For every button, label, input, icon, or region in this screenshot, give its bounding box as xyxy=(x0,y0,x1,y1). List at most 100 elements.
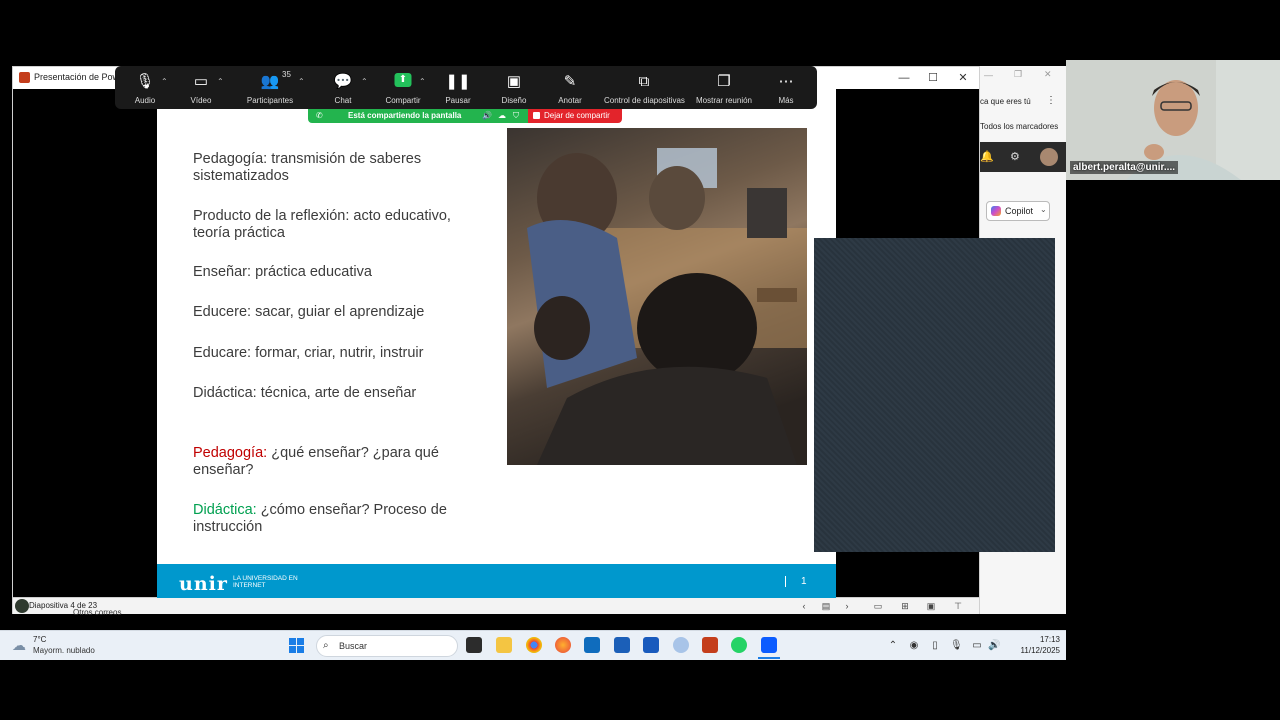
chevron-down-icon[interactable]: ⌃ xyxy=(298,77,305,86)
participants-count: 35 xyxy=(282,70,291,79)
weather-icon[interactable]: ☁ xyxy=(12,637,26,654)
microphone-icon[interactable]: 🎙 xyxy=(950,640,963,651)
speaker-icon: 🔊 xyxy=(482,111,492,120)
video-panel xyxy=(814,238,1055,552)
shield-icon: ⛉ xyxy=(513,111,519,120)
bookmarks-link[interactable]: Todos los marcadores xyxy=(980,122,1058,131)
slide-number: 1 xyxy=(801,576,807,587)
battery-icon[interactable]: ▯ xyxy=(929,640,941,651)
slide-control-button[interactable]: ⧉ Control de diapositivas xyxy=(604,66,685,109)
participant-name: albert.peralta@unir.... xyxy=(1070,161,1179,174)
slide-bullet: Producto de la reflexión: acto educativo… xyxy=(193,208,451,241)
slideshow-view-icon[interactable]: ⊤ xyxy=(951,600,965,612)
stop-icon xyxy=(533,112,540,119)
slide-sorter-icon[interactable]: ⊞ xyxy=(898,600,912,612)
stop-sharing-label: Dejar de compartir xyxy=(544,111,610,120)
share-icon: ⬆ xyxy=(394,73,412,87)
powerpoint-app-icon xyxy=(19,72,30,83)
chat-icon: 💬 xyxy=(333,73,353,90)
windows-start-icon[interactable] xyxy=(289,638,305,654)
slide-question-didactics: Didáctica: ¿cómo enseñar? Proceso de ins… xyxy=(193,502,483,535)
video-button[interactable]: ▭ ⌃ Vídeo xyxy=(171,66,231,109)
slide-photo xyxy=(507,128,807,465)
whatsapp-icon[interactable] xyxy=(731,637,747,653)
notification-icon[interactable]: 🔔 xyxy=(980,150,994,163)
didactics-term: Didáctica: xyxy=(193,502,257,518)
chevron-down-icon[interactable]: ⌃ xyxy=(217,77,224,86)
reading-view-icon[interactable]: ▣ xyxy=(924,600,938,612)
zoom-icon[interactable] xyxy=(761,637,777,653)
notes-view-icon[interactable]: ▭ xyxy=(871,600,885,612)
chevron-up-icon[interactable]: ⌃ xyxy=(887,640,899,651)
participants-label: Participantes xyxy=(246,96,294,105)
background-window-text: Otros correos xyxy=(73,608,122,617)
store-icon[interactable] xyxy=(614,637,630,653)
more-button[interactable]: ⋯ Más xyxy=(756,66,816,109)
slide-bullet: Educare: formar, criar, nutrir, instruir xyxy=(193,345,424,361)
file-explorer-icon[interactable] xyxy=(496,637,512,653)
previous-slide-icon[interactable]: ‹ xyxy=(797,600,811,612)
app-icon[interactable] xyxy=(673,637,689,653)
slide-bullet: Didáctica: técnica, arte de enseñar xyxy=(193,385,417,401)
show-meeting-icon: ❐ xyxy=(717,73,731,90)
slide-control-icon: ⧉ xyxy=(638,73,650,90)
sharing-status: Está compartiendo la pantalla xyxy=(348,111,462,120)
weather-temperature[interactable]: 7°C xyxy=(33,635,46,644)
copilot-label: Copilot xyxy=(1005,206,1034,216)
browser-close-icon[interactable]: ✕ xyxy=(1044,69,1052,80)
word-icon[interactable] xyxy=(643,637,659,653)
close-icon[interactable]: ✕ xyxy=(955,70,971,86)
minimize-icon[interactable]: — xyxy=(896,70,912,86)
search-icon: ⌕ xyxy=(323,640,329,651)
clock-date[interactable]: 11/12/2025 xyxy=(1010,646,1060,655)
powerpoint-icon[interactable] xyxy=(702,637,718,653)
zoom-meeting-toolbar: 🎙 ⌃ Audio ▭ ⌃ Vídeo 👥 35 ⌃ Participantes… xyxy=(115,66,817,109)
browser-text: ca que eres tú xyxy=(980,97,1031,106)
volume-icon[interactable]: 🔊 xyxy=(988,640,1000,651)
participants-icon: 👥 xyxy=(260,73,280,90)
next-slide-icon[interactable]: › xyxy=(840,600,854,612)
annotate-button[interactable]: ✎ Anotar xyxy=(540,66,600,109)
search-placeholder: Buscar xyxy=(339,641,368,651)
taskbar-search[interactable]: ⌕ Buscar xyxy=(316,635,458,657)
browser-minimize-icon[interactable]: — xyxy=(984,70,993,80)
weather-description[interactable]: Mayorm. nublado xyxy=(33,646,95,655)
video-label: Vídeo xyxy=(190,96,212,105)
settings-icon[interactable]: ⚙ xyxy=(1010,150,1020,163)
task-view-icon[interactable] xyxy=(466,637,482,653)
browser-restore-icon[interactable]: ❐ xyxy=(1014,69,1022,80)
camera-icon: ▭ xyxy=(193,73,209,90)
pen-tool-icon[interactable] xyxy=(15,599,29,613)
slide-footer: unir LA UNIVERSIDAD EN INTERNET 1 xyxy=(157,564,836,598)
active-app-indicator xyxy=(758,657,780,659)
participants-button[interactable]: 👥 35 ⌃ Participantes xyxy=(240,66,305,109)
clock-time[interactable]: 17:13 xyxy=(1030,635,1060,644)
copilot-icon xyxy=(991,206,1001,216)
pause-icon: ❚❚ xyxy=(445,73,471,90)
more-options-icon[interactable]: ⋮ xyxy=(1046,95,1056,106)
browser-header: 🔔 ⚙ xyxy=(980,142,1066,172)
slide: Pedagogía: transmisión de saberes sistem… xyxy=(157,88,836,598)
windows-taskbar: ☁ 7°C Mayorm. nublado ⌕ Buscar ⌃ ◉ ▯ 🎙 ▭… xyxy=(0,630,1066,660)
chevron-down-icon[interactable]: ⌃ xyxy=(361,77,368,86)
participant-video[interactable]: albert.peralta@unir.... xyxy=(1066,60,1280,180)
unir-logo: unir xyxy=(179,573,228,595)
slide-bullet: Pedagogía: transmisión de saberes sistem… xyxy=(193,151,422,184)
copilot-button[interactable]: Copilot ⌄ xyxy=(986,201,1050,221)
chevron-down-icon[interactable]: ⌃ xyxy=(419,77,426,86)
firefox-icon[interactable] xyxy=(555,637,571,653)
layout-icon: ▣ xyxy=(506,73,522,90)
chevron-down-icon[interactable]: ⌃ xyxy=(161,77,168,86)
annotate-label: Anotar xyxy=(558,96,582,105)
slide-menu-icon[interactable]: ▤ xyxy=(819,600,833,612)
avatar[interactable] xyxy=(1040,148,1058,166)
microphone-icon: 🎙 xyxy=(135,73,155,90)
network-icon[interactable]: ▭ xyxy=(971,640,983,651)
edge-icon[interactable]: ◉ xyxy=(908,640,920,651)
show-meeting-button[interactable]: ❐ Mostrar reunión xyxy=(694,66,754,109)
stop-sharing-button[interactable]: Dejar de compartir xyxy=(528,109,622,123)
chrome-icon[interactable] xyxy=(526,637,542,653)
outlook-icon[interactable] xyxy=(584,637,600,653)
maximize-icon[interactable]: ☐ xyxy=(925,70,941,86)
status-bar: Diapositiva 4 de 23 ‹ ▤ › ▭ ⊞ ▣ ⊤ xyxy=(13,597,979,614)
